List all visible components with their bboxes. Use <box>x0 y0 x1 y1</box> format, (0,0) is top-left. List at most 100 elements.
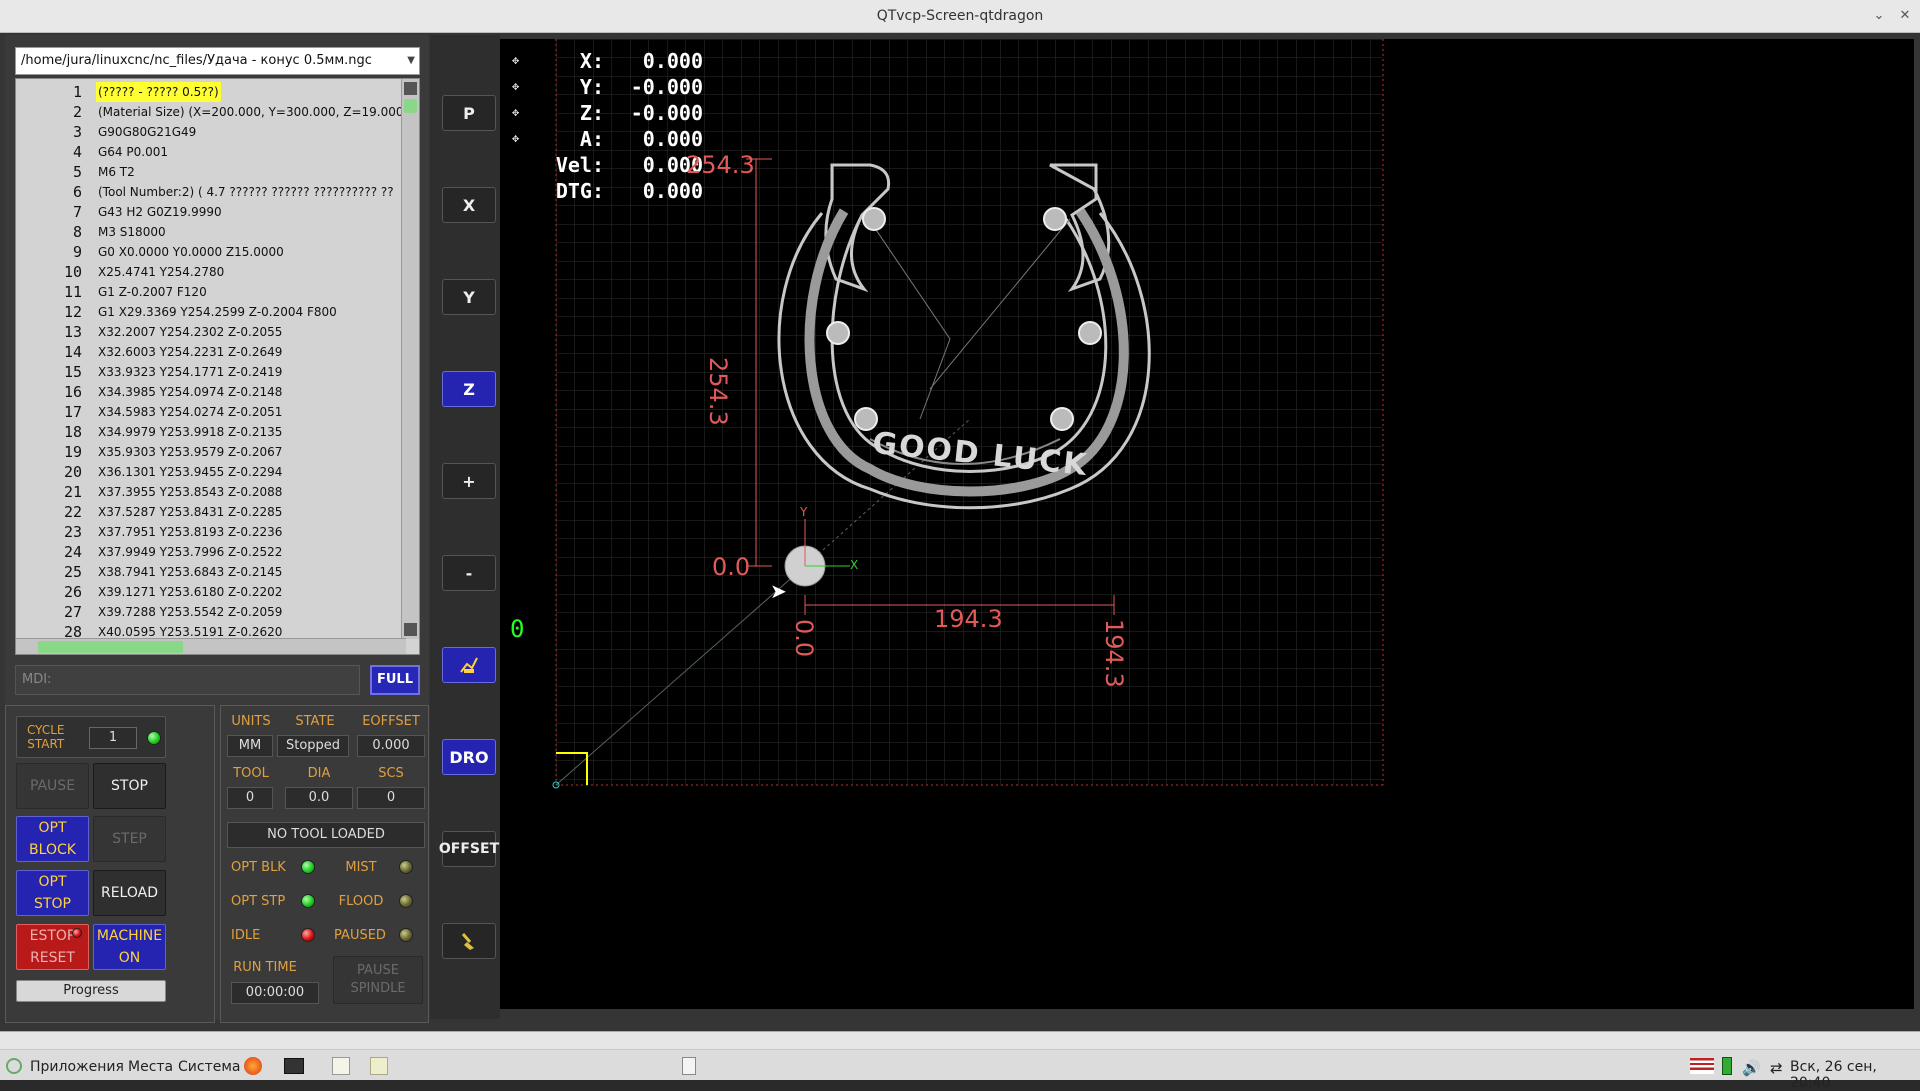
opt-stop-button[interactable]: OPT STOP <box>16 870 89 916</box>
view-z-button[interactable]: Z <box>442 371 496 407</box>
home-axis-icon: ✥ <box>512 79 520 93</box>
line-number: 27 <box>63 603 82 621</box>
pause-button[interactable]: PAUSE <box>16 763 89 809</box>
gcode-text: X37.5287 Y253.8431 Z-0.2285 <box>98 505 283 519</box>
gcode-line[interactable]: 20 X36.1301 Y253.9455 Z-0.2294 <box>16 462 406 482</box>
gcode-line[interactable]: 15 X33.9323 Y254.1771 Z-0.2419 <box>16 362 406 382</box>
scroll-up-icon[interactable] <box>404 82 417 95</box>
gcode-line[interactable]: 17 X34.5983 Y254.0274 Z-0.2051 <box>16 402 406 422</box>
zoom-in-button[interactable]: + <box>442 463 496 499</box>
dro-row: DTG: 0.000 <box>512 179 712 205</box>
reload-button[interactable]: RELOAD <box>93 870 166 916</box>
file-selector[interactable]: /home/jura/linuxcnc/nc_files/Удача - кон… <box>15 47 420 75</box>
line-number: 15 <box>63 363 82 381</box>
line-number: 2 <box>72 103 82 121</box>
gcode-preview[interactable]: ✥ X: 0.000 ✥ Y: -0.000 ✥ Z: -0.000 ✥ A: 0.000 Vel: 0.… <box>500 39 1914 1009</box>
gcode-line[interactable]: 10 X25.4741 Y254.2780 <box>16 262 406 282</box>
zoom-out-button[interactable]: - <box>442 555 496 591</box>
gcode-line[interactable]: 26 X39.1271 Y253.6180 Z-0.2202 <box>16 582 406 602</box>
dia-value: 0.0 <box>285 787 353 809</box>
terminal-icon[interactable] <box>284 1058 304 1074</box>
axis-x-label: X <box>850 558 859 572</box>
gcode-text: G1 X29.3369 Y254.2599 Z-0.2004 F800 <box>98 305 337 319</box>
minimize-icon[interactable]: ⌄ <box>1870 7 1888 25</box>
network-icon[interactable]: ⇄ <box>1770 1059 1783 1077</box>
text-editor-icon[interactable] <box>332 1057 350 1075</box>
places-menu[interactable]: Места <box>128 1059 173 1075</box>
show-desktop-icon[interactable] <box>682 1057 696 1075</box>
close-icon[interactable]: ✕ <box>1896 7 1914 25</box>
gcode-line[interactable]: 19 X35.9303 Y253.9579 Z-0.2067 <box>16 442 406 462</box>
stop-button[interactable]: STOP <box>93 763 166 809</box>
gcode-line[interactable]: 24 X37.9949 Y253.7996 Z-0.2522 <box>16 542 406 562</box>
chevron-down-icon[interactable]: ▼ <box>407 48 415 74</box>
gcode-line[interactable]: 2 (Material Size) (X=200.000, Y=300.000, … <box>16 102 408 122</box>
toolpath-button[interactable] <box>442 647 496 683</box>
file-path: /home/jura/linuxcnc/nc_files/Удача - кон… <box>21 53 372 68</box>
line-number: 22 <box>63 503 82 521</box>
scs-value: 0 <box>357 787 425 809</box>
gcode-line[interactable]: 13 X32.2007 Y254.2302 Z-0.2055 <box>16 322 406 342</box>
gcode-line[interactable]: 3 G90G80G21G49 <box>16 122 406 142</box>
clear-button[interactable] <box>442 923 496 959</box>
gcode-line[interactable]: 8 M3 S18000 <box>16 222 406 242</box>
step-button[interactable]: STEP <box>93 816 166 862</box>
opt-stp-label: OPT STP <box>231 894 286 909</box>
mdi-input[interactable]: MDI: <box>15 665 360 695</box>
view-x-button[interactable]: X <box>442 187 496 223</box>
applications-menu[interactable]: Приложения <box>30 1059 124 1075</box>
gcode-line[interactable]: 12 G1 X29.3369 Y254.2599 Z-0.2004 F800 <box>16 302 406 322</box>
gcode-line[interactable]: 9 G0 X0.0000 Y0.0000 Z15.0000 <box>16 242 406 262</box>
home-axis-icon: ✥ <box>512 53 520 67</box>
gcode-line[interactable]: 7 G43 H2 G0Z19.9990 <box>16 202 406 222</box>
gcode-line[interactable]: 6 (Tool Number:2) ( 4.7 ?????? ?????? ???… <box>16 182 406 202</box>
run-time-label: RUN TIME <box>233 960 297 975</box>
dro-button[interactable]: DRO <box>442 739 496 775</box>
gcode-horizontal-scrollbar[interactable] <box>16 638 406 654</box>
left-panel: /home/jura/linuxcnc/nc_files/Удача - кон… <box>5 35 429 1023</box>
machine-on-button[interactable]: MACHINE ON <box>93 924 166 970</box>
gcode-line[interactable]: 22 X37.5287 Y253.8431 Z-0.2285 <box>16 502 406 522</box>
gcode-vertical-scrollbar[interactable] <box>401 79 419 639</box>
dro-axis-value: -0.000 <box>630 101 703 125</box>
gcode-line[interactable]: 25 X38.7941 Y253.6843 Z-0.2145 <box>16 562 406 582</box>
tool-status: NO TOOL LOADED <box>227 822 425 848</box>
view-p-button[interactable]: P <box>442 95 496 131</box>
line-number: 18 <box>63 423 82 441</box>
view-y-button[interactable]: Y <box>442 279 496 315</box>
gcode-line[interactable]: 5 M6 T2 <box>16 162 406 182</box>
opt-block-button[interactable]: OPT BLOCK <box>16 816 89 862</box>
line-number: 4 <box>72 143 82 161</box>
mouse-cursor-icon: ➤ <box>770 579 787 603</box>
gcode-editor[interactable]: 1 (????? - ????? 0.5??) 2 (Material Size) (… <box>15 78 420 655</box>
gcode-line[interactable]: 18 X34.9979 Y253.9918 Z-0.2135 <box>16 422 406 442</box>
volume-icon[interactable]: 🔊 <box>1742 1059 1761 1077</box>
mate-logo-icon[interactable] <box>6 1058 22 1074</box>
gcode-line[interactable]: 11 G1 Z-0.2007 F120 <box>16 282 406 302</box>
gcode-text: G43 H2 G0Z19.9990 <box>98 205 222 219</box>
linuxcnc-icon[interactable] <box>370 1057 388 1075</box>
pause-spindle-button[interactable]: PAUSE SPINDLE <box>333 956 423 1004</box>
gcode-text: X37.3955 Y253.8543 Z-0.2088 <box>98 485 283 499</box>
gcode-line[interactable]: 16 X34.3985 Y254.0974 Z-0.2148 <box>16 382 406 402</box>
gcode-text: X36.1301 Y253.9455 Z-0.2294 <box>98 465 283 479</box>
scroll-down-icon[interactable] <box>404 623 417 636</box>
keyboard-layout-flag-icon[interactable] <box>1690 1058 1714 1074</box>
firefox-icon[interactable] <box>244 1057 262 1075</box>
opt-blk-led <box>301 860 315 874</box>
system-menu[interactable]: Система <box>178 1059 240 1075</box>
gcode-line[interactable]: 21 X37.3955 Y253.8543 Z-0.2088 <box>16 482 406 502</box>
gcode-line[interactable]: 1 (????? - ????? 0.5??) <box>16 82 406 102</box>
gcode-line[interactable]: 14 X32.6003 Y254.2231 Z-0.2649 <box>16 342 406 362</box>
gcode-text: (Tool Number:2) ( 4.7 ?????? ?????? ????… <box>98 185 394 199</box>
gcode-line[interactable]: 27 X39.7288 Y253.5542 Z-0.2059 <box>16 602 406 622</box>
offset-button[interactable]: OFFSET <box>439 831 499 867</box>
cycle-start-button[interactable]: CYCLE START 1 <box>16 716 166 758</box>
scroll-thumb[interactable] <box>38 641 183 653</box>
cycle-count[interactable]: 1 <box>89 727 137 749</box>
mdi-full-button[interactable]: FULL <box>370 665 420 695</box>
gcode-line[interactable]: 4 G64 P0.001 <box>16 142 406 162</box>
scroll-thumb[interactable] <box>404 99 417 113</box>
gcode-line[interactable]: 23 X37.7951 Y253.8193 Z-0.2236 <box>16 522 406 542</box>
clock[interactable]: Вск, 26 сен, 20:40 <box>1790 1059 1920 1091</box>
